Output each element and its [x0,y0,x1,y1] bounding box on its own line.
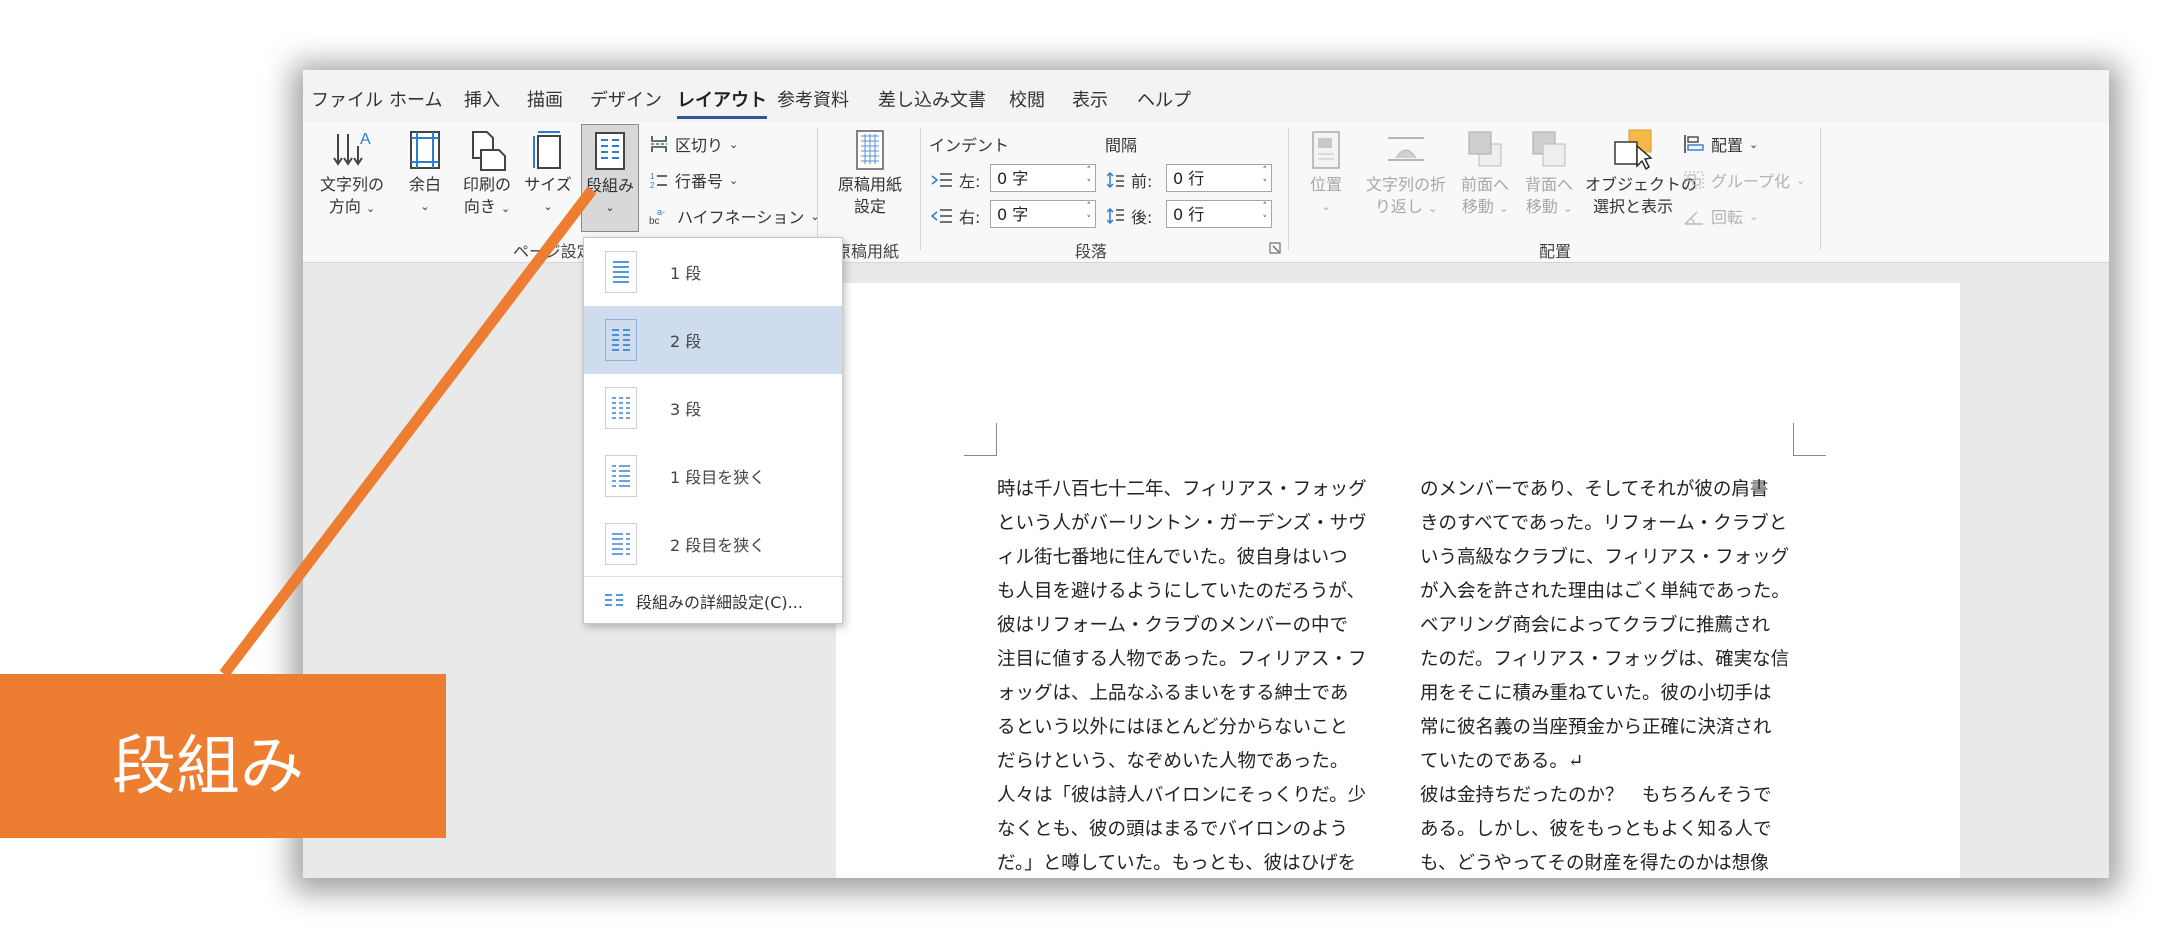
callout-label: 段組み [112,730,304,804]
